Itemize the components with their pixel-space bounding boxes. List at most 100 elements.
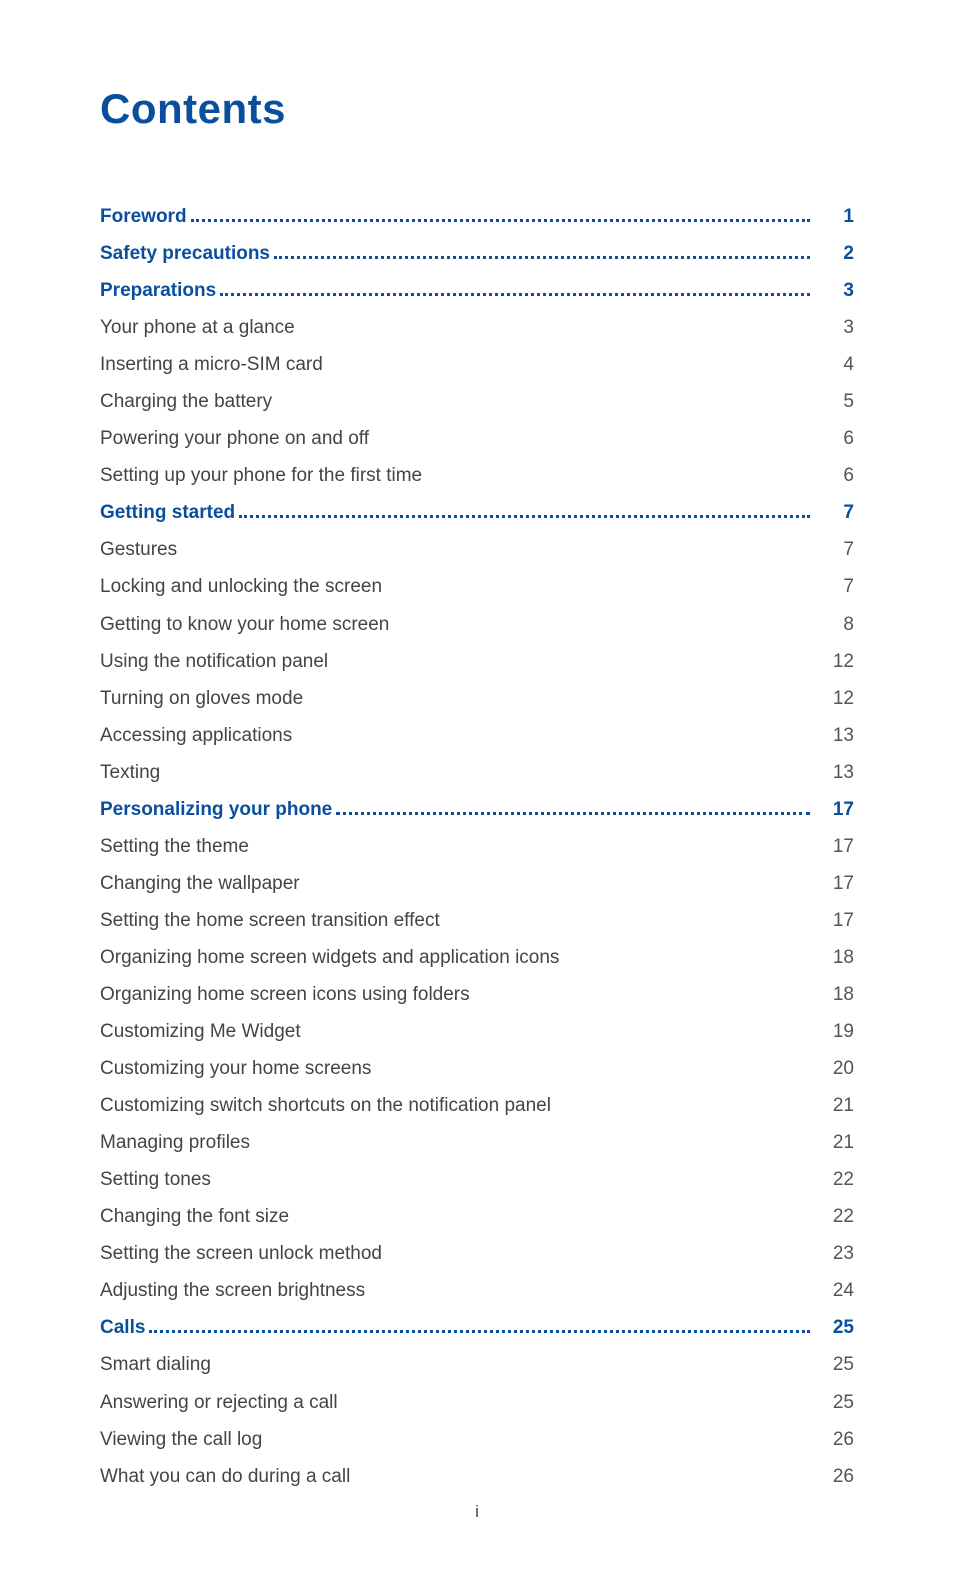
toc-subentry[interactable]: Inserting a micro-SIM card4 bbox=[100, 351, 854, 379]
toc-label: Preparations bbox=[100, 277, 216, 305]
toc-page-number: 25 bbox=[814, 1314, 854, 1342]
toc-label: Calls bbox=[100, 1314, 145, 1342]
toc-section[interactable]: Preparations 3 bbox=[100, 277, 854, 305]
toc-page-number: 17 bbox=[814, 907, 854, 935]
toc-page-number: 12 bbox=[814, 685, 854, 713]
toc-page-number: 18 bbox=[814, 944, 854, 972]
toc-label: Managing profiles bbox=[100, 1129, 250, 1157]
toc-page-number: 4 bbox=[814, 351, 854, 379]
toc-subentry[interactable]: Setting tones 22 bbox=[100, 1166, 854, 1194]
toc-label: Locking and unlocking the screen bbox=[100, 573, 382, 601]
toc-label: Powering your phone on and off bbox=[100, 425, 369, 453]
toc-label: Organizing home screen widgets and appli… bbox=[100, 944, 559, 972]
toc-label: Answering or rejecting a call bbox=[100, 1389, 338, 1417]
toc-subentry[interactable]: Setting the screen unlock method 23 bbox=[100, 1240, 854, 1268]
toc-subentry[interactable]: What you can do during a call26 bbox=[100, 1463, 854, 1491]
toc-label: Smart dialing bbox=[100, 1351, 211, 1379]
toc-subentry[interactable]: Managing profiles 21 bbox=[100, 1129, 854, 1157]
toc-subentry[interactable]: Using the notification panel12 bbox=[100, 648, 854, 676]
toc-subentry[interactable]: Texting 13 bbox=[100, 759, 854, 787]
toc-subentry[interactable]: Customizing your home screens 20 bbox=[100, 1055, 854, 1083]
toc-page-number: 3 bbox=[814, 314, 854, 342]
table-of-contents: Foreword1 Safety precautions 2 Preparations… bbox=[100, 203, 854, 1490]
toc-leader-dots bbox=[336, 800, 810, 814]
toc-page-number: 23 bbox=[814, 1240, 854, 1268]
toc-section[interactable]: Calls 25 bbox=[100, 1314, 854, 1342]
toc-label: Organizing home screen icons using folde… bbox=[100, 981, 470, 1009]
toc-page-number: 21 bbox=[814, 1129, 854, 1157]
toc-page-number: 2 bbox=[814, 240, 854, 268]
toc-subentry[interactable]: Customizing Me Widget 19 bbox=[100, 1018, 854, 1046]
toc-label: Texting bbox=[100, 759, 160, 787]
toc-label: Customizing your home screens bbox=[100, 1055, 371, 1083]
toc-subentry[interactable]: Smart dialing 25 bbox=[100, 1351, 854, 1379]
toc-label: Personalizing your phone bbox=[100, 796, 332, 824]
toc-subentry[interactable]: Organizing home screen widgets and appli… bbox=[100, 944, 854, 972]
toc-leader-dots bbox=[149, 1319, 810, 1333]
toc-subentry[interactable]: Setting up your phone for the first time… bbox=[100, 462, 854, 490]
toc-subentry[interactable]: Setting the theme17 bbox=[100, 833, 854, 861]
toc-label: Viewing the call log bbox=[100, 1426, 262, 1454]
toc-page-number: 8 bbox=[814, 611, 854, 639]
toc-page-number: 26 bbox=[814, 1426, 854, 1454]
toc-label: Changing the wallpaper bbox=[100, 870, 300, 898]
toc-subentry[interactable]: Charging the battery5 bbox=[100, 388, 854, 416]
toc-page-number: 22 bbox=[814, 1166, 854, 1194]
toc-label: Your phone at a glance bbox=[100, 314, 295, 342]
toc-label: Safety precautions bbox=[100, 240, 270, 268]
toc-label: Turning on gloves mode bbox=[100, 685, 303, 713]
toc-subentry[interactable]: Organizing home screen icons using folde… bbox=[100, 981, 854, 1009]
toc-subentry[interactable]: Locking and unlocking the screen 7 bbox=[100, 573, 854, 601]
page-number-footer: i bbox=[0, 1502, 954, 1522]
toc-page-number: 1 bbox=[814, 203, 854, 231]
toc-subentry[interactable]: Changing the wallpaper 17 bbox=[100, 870, 854, 898]
toc-leader-dots bbox=[191, 208, 810, 222]
toc-label: Charging the battery bbox=[100, 388, 272, 416]
toc-page-number: 17 bbox=[814, 796, 854, 824]
toc-subentry[interactable]: Changing the font size22 bbox=[100, 1203, 854, 1231]
toc-subentry[interactable]: Getting to know your home screen 8 bbox=[100, 611, 854, 639]
toc-label: Setting the screen unlock method bbox=[100, 1240, 382, 1268]
toc-page-number: 17 bbox=[814, 870, 854, 898]
toc-subentry[interactable]: Customizing switch shortcuts on the noti… bbox=[100, 1092, 854, 1120]
toc-page-number: 18 bbox=[814, 981, 854, 1009]
toc-page-number: 13 bbox=[814, 759, 854, 787]
toc-page-number: 7 bbox=[814, 573, 854, 601]
toc-subentry[interactable]: Turning on gloves mode 12 bbox=[100, 685, 854, 713]
toc-subentry[interactable]: Setting the home screen transition effec… bbox=[100, 907, 854, 935]
toc-subentry[interactable]: Your phone at a glance 3 bbox=[100, 314, 854, 342]
toc-section[interactable]: Personalizing your phone 17 bbox=[100, 796, 854, 824]
toc-leader-dots bbox=[220, 282, 810, 296]
toc-page-number: 6 bbox=[814, 425, 854, 453]
page-title: Contents bbox=[100, 85, 854, 133]
toc-page-number: 3 bbox=[814, 277, 854, 305]
toc-subentry[interactable]: Adjusting the screen brightness24 bbox=[100, 1277, 854, 1305]
toc-section[interactable]: Foreword1 bbox=[100, 203, 854, 231]
toc-subentry[interactable]: Gestures7 bbox=[100, 536, 854, 564]
toc-page-number: 20 bbox=[814, 1055, 854, 1083]
toc-leader-dots bbox=[239, 504, 810, 518]
toc-section[interactable]: Getting started7 bbox=[100, 499, 854, 527]
toc-page-number: 25 bbox=[814, 1351, 854, 1379]
toc-page-number: 12 bbox=[814, 648, 854, 676]
toc-page-number: 24 bbox=[814, 1277, 854, 1305]
toc-subentry[interactable]: Viewing the call log 26 bbox=[100, 1426, 854, 1454]
toc-page-number: 7 bbox=[814, 536, 854, 564]
toc-leader-dots bbox=[274, 245, 810, 259]
toc-page-number: 19 bbox=[814, 1018, 854, 1046]
toc-subentry[interactable]: Powering your phone on and off 6 bbox=[100, 425, 854, 453]
toc-section[interactable]: Safety precautions 2 bbox=[100, 240, 854, 268]
toc-page-number: 7 bbox=[814, 499, 854, 527]
toc-subentry[interactable]: Answering or rejecting a call25 bbox=[100, 1389, 854, 1417]
toc-subentry[interactable]: Accessing applications 13 bbox=[100, 722, 854, 750]
toc-page-number: 21 bbox=[814, 1092, 854, 1120]
toc-label: Setting tones bbox=[100, 1166, 211, 1194]
toc-label: What you can do during a call bbox=[100, 1463, 350, 1491]
toc-label: Accessing applications bbox=[100, 722, 292, 750]
page: Contents Foreword1 Safety precautions 2 Pre… bbox=[0, 0, 954, 1577]
toc-page-number: 6 bbox=[814, 462, 854, 490]
toc-label: Getting to know your home screen bbox=[100, 611, 389, 639]
toc-label: Setting up your phone for the first time bbox=[100, 462, 422, 490]
toc-label: Customizing Me Widget bbox=[100, 1018, 301, 1046]
toc-page-number: 13 bbox=[814, 722, 854, 750]
